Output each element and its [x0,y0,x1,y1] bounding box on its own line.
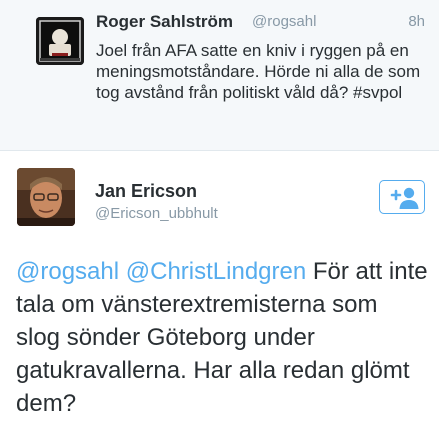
mention-link[interactable]: @rogsahl [16,258,119,285]
avatar[interactable] [17,168,75,226]
author-name[interactable]: Jan Ericson [95,181,197,202]
author-handle[interactable]: @rogsahl [252,13,316,30]
timestamp: 8h [408,13,425,30]
parent-tweet[interactable]: Roger Sahlström @rogsahl 8h Joel från AF… [0,0,439,151]
follow-button[interactable] [379,180,425,214]
tweet-detail-view: Roger Sahlström @rogsahl 8h Joel från AF… [0,0,439,447]
mention-link[interactable]: @ChristLindgren [126,258,306,285]
tweet-text: @rogsahl @ChristLindgren För att inte ta… [16,255,428,420]
tweet-text: Joel från AFA satte en kniv i ryggen på … [96,41,421,102]
avatar-image [17,168,75,226]
avatar[interactable] [36,17,84,65]
author-handle[interactable]: @Ericson_ubbhult [95,205,218,222]
author-name[interactable]: Roger Sahlström [96,12,233,32]
add-user-icon [390,187,419,209]
avatar-image [36,17,84,65]
